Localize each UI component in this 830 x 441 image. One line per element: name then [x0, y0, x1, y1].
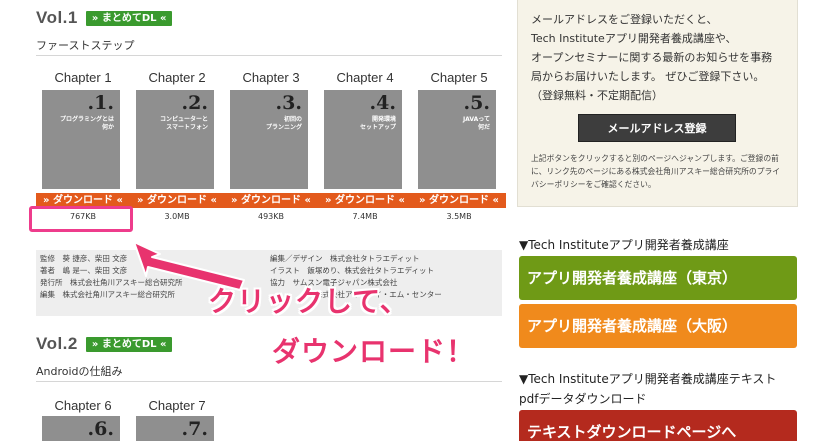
register-note: 上記ボタンをクリックすると別のページへジャンプします。ご登録の前 に、リンク先の… [531, 152, 789, 191]
download-button[interactable]: » ダウンロード « [412, 193, 506, 208]
chapter-label: Chapter 6 [54, 398, 112, 413]
chapter-card: Chapter 3 .3. 初回の プランニング » ダウンロード « 493K… [224, 70, 318, 221]
chapter-card: Chapter 2 .2. コンピューターと スマートフォン » ダウンロード … [130, 70, 224, 221]
credit-line: 編集／デザイン 株式会社タトラエディット [270, 254, 420, 263]
chapter-cover[interactable]: .4. 開発環境 セットアップ [324, 90, 402, 189]
chapter-card: Chapter 7 .7. [130, 398, 224, 441]
note-line: バシーポリシーをご確認ください。 [531, 180, 656, 189]
course-tokyo-button[interactable]: アプリ開発者養成講座（東京） [519, 256, 797, 300]
register-description: メールアドレスをご登録いただくと、 Tech Instituteアプリ開発者養成… [531, 10, 772, 105]
credit-line: イラスト 飯塚めり、株式会社タトラエディット [270, 266, 435, 275]
chapter-label: Chapter 5 [430, 70, 488, 85]
file-size: 3.0MB [164, 212, 190, 221]
text-download-page-button[interactable]: テキストダウンロードページへ [519, 410, 797, 441]
chapter-label: Chapter 1 [54, 70, 112, 85]
file-size: 3.5MB [446, 212, 472, 221]
register-line: オープンセミナーに関する最新のお知らせを事務 [531, 51, 773, 64]
chapter-cover[interactable]: .3. 初回の プランニング [230, 90, 308, 189]
cover-number: .5. [463, 92, 490, 114]
download-button[interactable]: » ダウンロード « [318, 193, 412, 208]
divider [36, 381, 502, 382]
vol1-header: Vol.1 » まとめてDL « [36, 8, 173, 28]
cover-number: .2. [181, 92, 208, 114]
register-line: （登録無料・不定期配信） [531, 89, 663, 102]
chapter-card: Chapter 6 .6. [36, 398, 130, 441]
vol2-download-all-button[interactable]: » まとめてDL « [85, 336, 173, 352]
cover-title: JAVAって [462, 116, 490, 123]
vol1-subtitle: ファーストステップ [36, 39, 135, 52]
register-line: 局からお届けいたします。 ぜひご登録下さい。 [531, 70, 765, 83]
chapter-label: Chapter 7 [148, 398, 206, 413]
vol2-title: Vol.2 [36, 334, 78, 353]
register-line: Tech Instituteアプリ開発者養成講座や、 [531, 32, 737, 45]
text-dl-heading-2: pdfデータダウンロード [519, 392, 647, 406]
highlight-box [29, 206, 133, 232]
course-osaka-button[interactable]: アプリ開発者養成講座（大阪） [519, 304, 797, 348]
cover-title: プランニング [265, 124, 302, 131]
chapter-card: Chapter 5 .5. JAVAって 何だ » ダウンロード « 3.5MB [412, 70, 506, 221]
cover-title: プログラミングとは [59, 116, 114, 123]
download-button[interactable]: » ダウンロード « [224, 193, 318, 208]
vol1-download-all-button[interactable]: » まとめてDL « [85, 10, 173, 26]
cover-title: セットアップ [359, 124, 396, 131]
chapter-label: Chapter 2 [148, 70, 206, 85]
file-size: 7.4MB [352, 212, 378, 221]
chapter-cover[interactable]: .7. [136, 416, 214, 441]
cover-title: 開発環境 [371, 116, 396, 123]
chapter-cover[interactable]: .1. プログラミングとは 何か [42, 90, 120, 189]
chapter-cover[interactable]: .5. JAVAって 何だ [418, 90, 496, 189]
mail-register-panel: メールアドレスをご登録いただくと、 Tech Instituteアプリ開発者養成… [517, 0, 798, 207]
annotation-line-1: クリックして、 [208, 285, 409, 318]
chapter-card: Chapter 4 .4. 開発環境 セットアップ » ダウンロード « 7.4… [318, 70, 412, 221]
vol2-header: Vol.2 » まとめてDL « [36, 334, 173, 354]
cover-number: .7. [181, 418, 208, 440]
annotation-line-2: ダウンロード！ [272, 335, 476, 368]
chapter-cover[interactable]: .2. コンピューターと スマートフォン [136, 90, 214, 189]
file-size: 493KB [257, 212, 284, 221]
register-line: メールアドレスをご登録いただくと、 [531, 13, 718, 26]
cover-number: .1. [87, 92, 114, 114]
text-dl-heading-1: ▼Tech Instituteアプリ開発者養成講座テキスト [519, 372, 777, 386]
note-line: に、リンク先のページにある株式会社角川アスキー総合研究所のプライ [531, 167, 781, 176]
vol1-title: Vol.1 [36, 8, 78, 27]
chapter-label: Chapter 3 [242, 70, 300, 85]
mail-register-button[interactable]: メールアドレス登録 [578, 114, 736, 142]
cover-number: .3. [275, 92, 302, 114]
cover-title: スマートフォン [166, 124, 208, 131]
chapter-card: Chapter 1 .1. プログラミングとは 何か » ダウンロード « 76… [36, 70, 130, 221]
courses-heading: ▼Tech Instituteアプリ開発者養成講座 [519, 238, 729, 252]
cover-title: 初回の [283, 116, 302, 123]
cover-number: .4. [369, 92, 396, 114]
cover-title: コンピューターと [159, 116, 208, 123]
vol2-subtitle: Androidの仕組み [36, 365, 123, 378]
chapter-label: Chapter 4 [336, 70, 394, 85]
cover-title: 何か [101, 124, 114, 131]
note-line: 上記ボタンをクリックすると別のページへジャンプします。ご登録の前 [531, 154, 779, 163]
cover-number: .6. [87, 418, 114, 440]
chapter-cover[interactable]: .6. [42, 416, 120, 441]
download-button[interactable]: » ダウンロード « [130, 193, 224, 208]
cover-title: 何だ [477, 124, 490, 131]
divider [36, 55, 502, 56]
